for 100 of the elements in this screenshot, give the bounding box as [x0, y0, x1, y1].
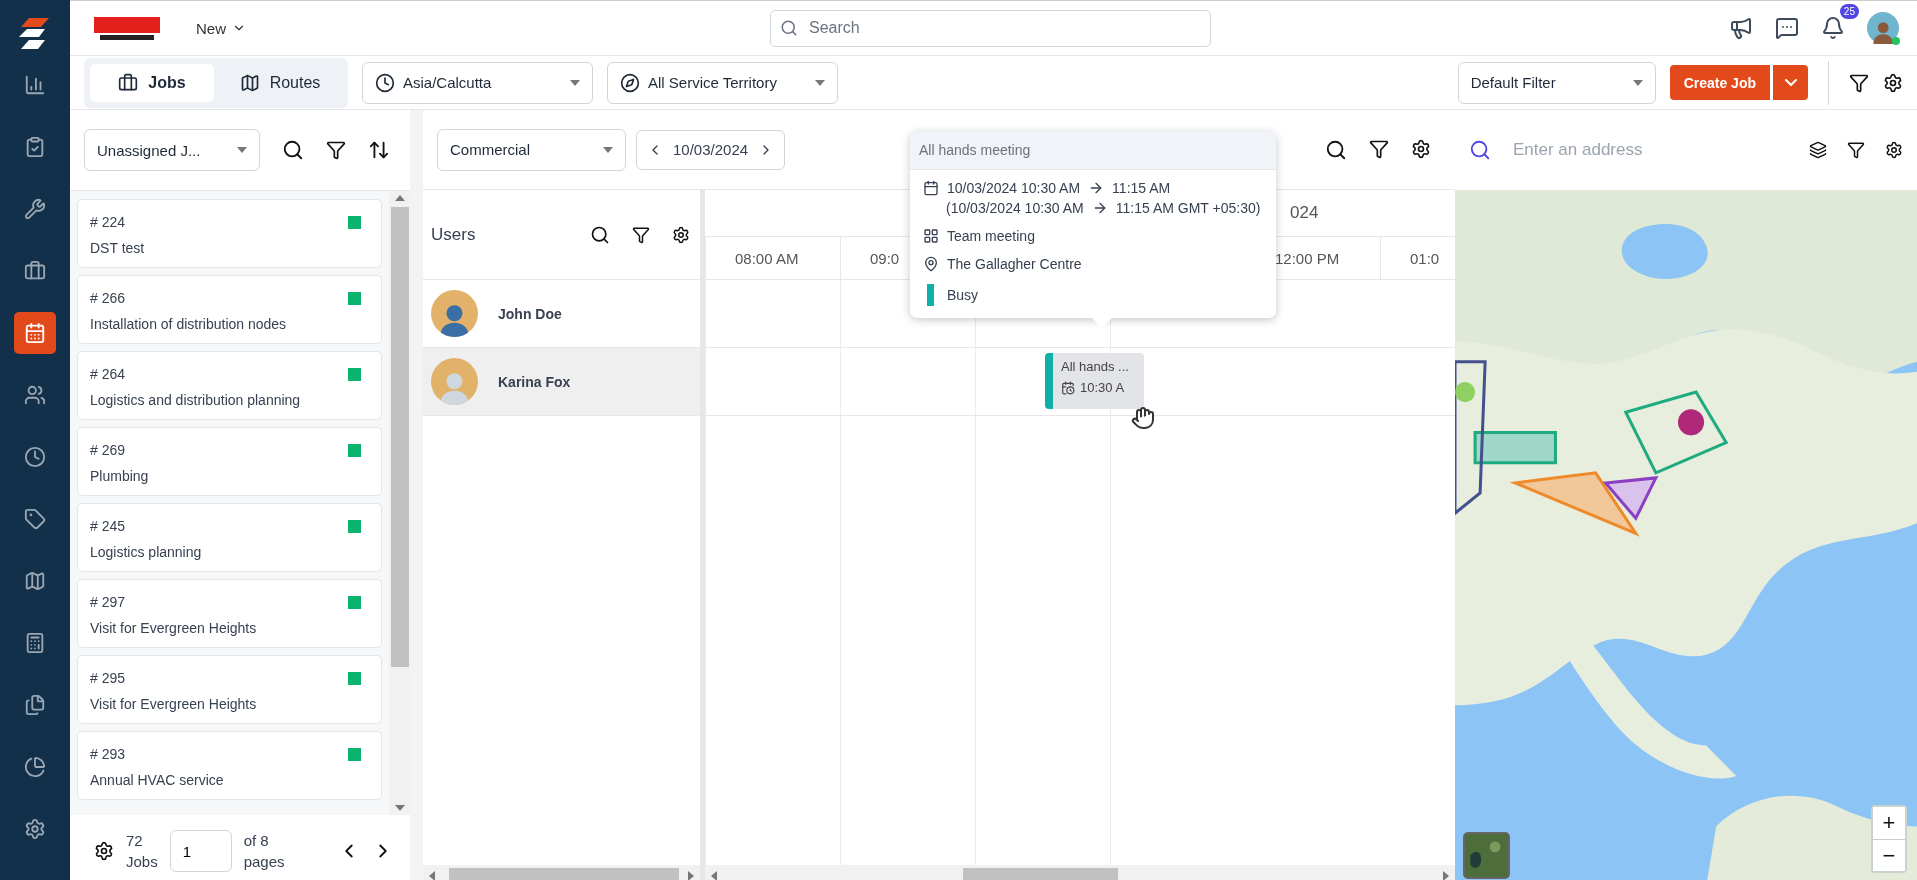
notification-count: 25 — [1839, 4, 1859, 19]
job-card[interactable]: # 293 Annual HVAC service — [77, 731, 382, 800]
status-square-icon — [348, 444, 361, 457]
event-location: The Gallagher Centre — [947, 256, 1082, 272]
job-number: # 245 — [90, 518, 126, 534]
job-card[interactable]: # 297 Visit for Evergreen Heights — [77, 579, 382, 648]
job-number: # 295 — [90, 670, 126, 686]
event-time: 10:30 A — [1080, 380, 1125, 395]
date-header: 024 — [1290, 203, 1319, 223]
user-avatar[interactable] — [1867, 12, 1899, 44]
megaphone-icon[interactable] — [1729, 16, 1753, 40]
filter-icon[interactable] — [1849, 72, 1869, 93]
clock-icon — [375, 72, 395, 93]
job-card[interactable]: # 295 Visit for Evergreen Heights — [77, 655, 382, 724]
job-title: Visit for Evergreen Heights — [90, 696, 257, 712]
user-row[interactable]: Karina Fox — [423, 348, 705, 416]
filter-icon[interactable] — [326, 140, 346, 160]
job-number: # 224 — [90, 214, 126, 230]
filter-icon[interactable] — [1369, 138, 1389, 161]
map-layer-button[interactable] — [1463, 832, 1510, 879]
event-start: 10/03/2024 10:30 AM — [947, 180, 1081, 196]
page-input[interactable]: 1 — [169, 830, 232, 872]
sort-icon[interactable] — [368, 139, 390, 161]
search-field[interactable]: Search — [770, 9, 1211, 47]
search-icon[interactable] — [1325, 138, 1347, 161]
event-title: All hands ... — [1061, 359, 1130, 374]
scrollbar[interactable] — [389, 191, 410, 815]
view-tab[interactable]: Jobs — [90, 63, 214, 102]
chat-icon[interactable] — [1775, 16, 1799, 40]
hour-label: 09:0 — [870, 250, 900, 267]
hour-label: 08:00 AM — [735, 250, 799, 267]
filter-icon[interactable] — [632, 225, 650, 244]
zoom-out-button[interactable]: − — [1873, 839, 1905, 871]
layers-icon[interactable] — [1809, 141, 1827, 159]
job-count-label: Jobs — [126, 853, 158, 870]
job-number: # 269 — [90, 442, 126, 458]
status-bar-icon — [927, 284, 934, 306]
timezone-dropdown[interactable]: Asia/Calcutta — [362, 61, 593, 104]
status-square-icon — [348, 596, 361, 609]
category-dropdown[interactable]: Commercial — [437, 128, 626, 171]
event-block[interactable]: All hands ... 10:30 A — [1045, 353, 1144, 409]
job-title: DST test — [90, 240, 145, 256]
briefcase-icon — [118, 72, 139, 93]
create-options-button[interactable] — [1773, 65, 1808, 100]
user-avatar — [431, 358, 478, 405]
status-square-icon — [348, 520, 361, 533]
territory-dropdown[interactable]: All Service Territory — [607, 61, 838, 104]
event-status: Busy — [947, 287, 979, 303]
bell-icon[interactable] — [1821, 16, 1845, 40]
job-title: Annual HVAC service — [90, 772, 224, 788]
page-total: of 8 — [243, 832, 270, 849]
user-name: Karina Fox — [498, 373, 571, 390]
compass-icon — [620, 72, 640, 93]
sidebar-nav-icon[interactable] — [14, 312, 56, 354]
job-title: Plumbing — [90, 468, 149, 484]
new-menu[interactable]: New — [190, 18, 252, 38]
user-name: John Doe — [498, 305, 562, 322]
view-tab[interactable]: Routes — [218, 63, 342, 102]
search-icon — [1469, 139, 1491, 161]
create-job-button[interactable]: Create Job — [1669, 65, 1770, 100]
search-icon[interactable] — [282, 139, 304, 161]
event-end: 11:15 AM — [1112, 180, 1171, 196]
job-title: Visit for Evergreen Heights — [90, 620, 257, 636]
settings-icon[interactable] — [672, 225, 690, 244]
settings-icon[interactable] — [94, 841, 114, 861]
settings-icon[interactable] — [1885, 141, 1903, 159]
status-square-icon — [348, 368, 361, 381]
users-title: Users — [431, 224, 476, 245]
job-card[interactable]: # 245 Logistics planning — [77, 503, 382, 572]
status-square-icon — [348, 748, 361, 761]
filter-dropdown[interactable]: Default Filter — [1457, 61, 1656, 104]
job-card[interactable]: # 264 Logistics and distribution planning — [77, 351, 382, 420]
search-icon — [780, 18, 798, 37]
hour-label: 01:0 — [1410, 250, 1440, 267]
calendar-clock-icon — [1061, 380, 1075, 395]
user-avatar — [431, 290, 478, 337]
job-card[interactable]: # 266 Installation of distribution nodes — [77, 275, 382, 344]
user-row[interactable]: John Doe — [423, 280, 705, 348]
job-number: # 297 — [90, 594, 126, 610]
date-picker[interactable]: 10/03/2024 — [636, 129, 786, 170]
job-title: Installation of distribution nodes — [90, 316, 287, 332]
hour-label: 12:00 PM — [1275, 250, 1340, 267]
job-title: Logistics and distribution planning — [90, 392, 301, 408]
status-square-icon — [348, 672, 361, 685]
settings-icon[interactable] — [1411, 138, 1431, 161]
job-card[interactable]: # 224 DST test — [77, 199, 382, 268]
job-number: # 293 — [90, 746, 126, 762]
job-number: # 264 — [90, 366, 126, 382]
settings-icon[interactable] — [1883, 72, 1903, 93]
job-count: 72 — [126, 832, 144, 849]
hand-cursor-icon — [1131, 406, 1155, 430]
job-card[interactable]: # 269 Plumbing — [77, 427, 382, 496]
job-status-dropdown[interactable]: Unassigned J... — [84, 129, 260, 171]
page-total-label: pages — [243, 853, 285, 870]
map-icon — [239, 72, 260, 93]
location-pin-icon — [923, 256, 939, 272]
search-icon[interactable] — [590, 224, 610, 245]
filter-icon[interactable] — [1847, 141, 1865, 159]
job-number: # 266 — [90, 290, 126, 306]
grid-icon — [923, 228, 939, 244]
